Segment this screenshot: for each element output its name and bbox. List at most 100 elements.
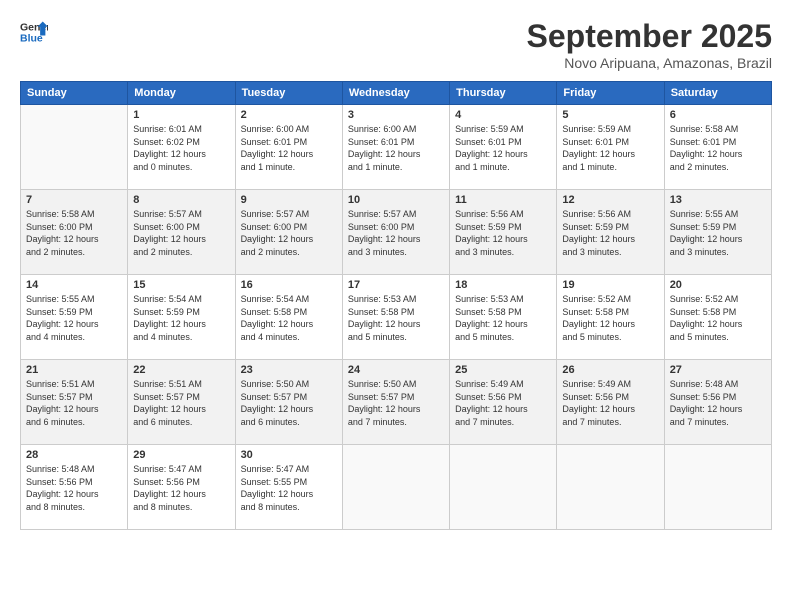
day-info: Sunrise: 5:55 AM Sunset: 5:59 PM Dayligh… <box>26 293 122 343</box>
calendar-week-row: 7Sunrise: 5:58 AM Sunset: 6:00 PM Daylig… <box>21 190 772 275</box>
day-number: 10 <box>348 194 444 206</box>
calendar-cell <box>557 445 664 530</box>
day-info: Sunrise: 6:00 AM Sunset: 6:01 PM Dayligh… <box>241 123 337 173</box>
day-info: Sunrise: 5:50 AM Sunset: 5:57 PM Dayligh… <box>241 378 337 428</box>
day-info: Sunrise: 5:49 AM Sunset: 5:56 PM Dayligh… <box>455 378 551 428</box>
calendar-week-row: 1Sunrise: 6:01 AM Sunset: 6:02 PM Daylig… <box>21 105 772 190</box>
col-sunday: Sunday <box>21 82 128 105</box>
day-info: Sunrise: 5:51 AM Sunset: 5:57 PM Dayligh… <box>26 378 122 428</box>
day-number: 3 <box>348 109 444 121</box>
day-info: Sunrise: 5:57 AM Sunset: 6:00 PM Dayligh… <box>241 208 337 258</box>
day-info: Sunrise: 5:53 AM Sunset: 5:58 PM Dayligh… <box>455 293 551 343</box>
day-info: Sunrise: 5:54 AM Sunset: 5:59 PM Dayligh… <box>133 293 229 343</box>
day-info: Sunrise: 5:56 AM Sunset: 5:59 PM Dayligh… <box>562 208 658 258</box>
col-wednesday: Wednesday <box>342 82 449 105</box>
day-info: Sunrise: 5:59 AM Sunset: 6:01 PM Dayligh… <box>455 123 551 173</box>
calendar-cell: 1Sunrise: 6:01 AM Sunset: 6:02 PM Daylig… <box>128 105 235 190</box>
calendar-cell: 26 Sunrise: 5:49 AM Sunset: 5:56 PM Dayli… <box>557 360 664 445</box>
day-number: 16 <box>241 279 337 291</box>
calendar-week-row: 28 Sunrise: 5:48 AM Sunset: 5:56 PM Dayli… <box>21 445 772 530</box>
calendar-cell: 21 Sunrise: 5:51 AM Sunset: 5:57 PM Dayli… <box>21 360 128 445</box>
calendar-cell: 14Sunrise: 5:55 AM Sunset: 5:59 PM Dayli… <box>21 275 128 360</box>
day-number: 4 <box>455 109 551 121</box>
calendar-cell <box>21 105 128 190</box>
day-number: 18 <box>455 279 551 291</box>
calendar-cell: 7Sunrise: 5:58 AM Sunset: 6:00 PM Daylig… <box>21 190 128 275</box>
day-number: 24 <box>348 364 444 376</box>
calendar-cell: 30 Sunrise: 5:47 AM Sunset: 5:55 PM Dayli… <box>235 445 342 530</box>
day-number: 21 <box>26 364 122 376</box>
calendar-cell: 16 Sunrise: 5:54 AM Sunset: 5:58 PM Dayli… <box>235 275 342 360</box>
calendar-cell: 11Sunrise: 5:56 AM Sunset: 5:59 PM Dayli… <box>450 190 557 275</box>
day-number: 29 <box>133 449 229 461</box>
calendar-cell: 4 Sunrise: 5:59 AM Sunset: 6:01 PM Daylig… <box>450 105 557 190</box>
day-number: 6 <box>670 109 766 121</box>
day-number: 26 <box>562 364 658 376</box>
calendar-week-row: 14Sunrise: 5:55 AM Sunset: 5:59 PM Dayli… <box>21 275 772 360</box>
calendar-week-row: 21 Sunrise: 5:51 AM Sunset: 5:57 PM Dayli… <box>21 360 772 445</box>
calendar-cell <box>450 445 557 530</box>
day-number: 17 <box>348 279 444 291</box>
day-info: Sunrise: 5:50 AM Sunset: 5:57 PM Dayligh… <box>348 378 444 428</box>
calendar-cell: 24 Sunrise: 5:50 AM Sunset: 5:57 PM Dayli… <box>342 360 449 445</box>
day-number: 27 <box>670 364 766 376</box>
day-info: Sunrise: 5:53 AM Sunset: 5:58 PM Dayligh… <box>348 293 444 343</box>
calendar-cell: 22 Sunrise: 5:51 AM Sunset: 5:57 PM Dayli… <box>128 360 235 445</box>
day-number: 13 <box>670 194 766 206</box>
weekday-header-row: Sunday Monday Tuesday Wednesday Thursday… <box>21 82 772 105</box>
day-number: 12 <box>562 194 658 206</box>
day-info: Sunrise: 5:47 AM Sunset: 5:55 PM Dayligh… <box>241 463 337 513</box>
day-number: 8 <box>133 194 229 206</box>
calendar-cell: 28 Sunrise: 5:48 AM Sunset: 5:56 PM Dayli… <box>21 445 128 530</box>
day-info: Sunrise: 5:48 AM Sunset: 5:56 PM Dayligh… <box>670 378 766 428</box>
calendar-cell: 2 Sunrise: 6:00 AM Sunset: 6:01 PM Daylig… <box>235 105 342 190</box>
day-number: 1 <box>133 109 229 121</box>
page: General Blue September 2025 Novo Aripuan… <box>0 0 792 612</box>
calendar-cell: 13Sunrise: 5:55 AM Sunset: 5:59 PM Dayli… <box>664 190 771 275</box>
calendar-cell: 27 Sunrise: 5:48 AM Sunset: 5:56 PM Dayli… <box>664 360 771 445</box>
day-info: Sunrise: 5:51 AM Sunset: 5:57 PM Dayligh… <box>133 378 229 428</box>
calendar-cell: 19 Sunrise: 5:52 AM Sunset: 5:58 PM Dayli… <box>557 275 664 360</box>
day-info: Sunrise: 5:52 AM Sunset: 5:58 PM Dayligh… <box>670 293 766 343</box>
calendar-cell: 3 Sunrise: 6:00 AM Sunset: 6:01 PM Daylig… <box>342 105 449 190</box>
day-info: Sunrise: 5:48 AM Sunset: 5:56 PM Dayligh… <box>26 463 122 513</box>
month-title: September 2025 <box>527 18 772 55</box>
day-info: Sunrise: 6:00 AM Sunset: 6:01 PM Dayligh… <box>348 123 444 173</box>
col-tuesday: Tuesday <box>235 82 342 105</box>
day-number: 2 <box>241 109 337 121</box>
col-friday: Friday <box>557 82 664 105</box>
day-info: Sunrise: 5:52 AM Sunset: 5:58 PM Dayligh… <box>562 293 658 343</box>
title-area: September 2025 Novo Aripuana, Amazonas, … <box>527 18 772 71</box>
day-number: 9 <box>241 194 337 206</box>
calendar-cell: 8Sunrise: 5:57 AM Sunset: 6:00 PM Daylig… <box>128 190 235 275</box>
day-info: Sunrise: 5:54 AM Sunset: 5:58 PM Dayligh… <box>241 293 337 343</box>
calendar-cell: 9 Sunrise: 5:57 AM Sunset: 6:00 PM Daylig… <box>235 190 342 275</box>
calendar-cell: 6 Sunrise: 5:58 AM Sunset: 6:01 PM Daylig… <box>664 105 771 190</box>
calendar-cell: 15 Sunrise: 5:54 AM Sunset: 5:59 PM Dayli… <box>128 275 235 360</box>
day-number: 28 <box>26 449 122 461</box>
day-info: Sunrise: 5:59 AM Sunset: 6:01 PM Dayligh… <box>562 123 658 173</box>
day-number: 7 <box>26 194 122 206</box>
day-number: 15 <box>133 279 229 291</box>
calendar-cell: 18 Sunrise: 5:53 AM Sunset: 5:58 PM Dayli… <box>450 275 557 360</box>
calendar-cell: 10Sunrise: 5:57 AM Sunset: 6:00 PM Dayli… <box>342 190 449 275</box>
day-info: Sunrise: 5:49 AM Sunset: 5:56 PM Dayligh… <box>562 378 658 428</box>
calendar-cell: 12 Sunrise: 5:56 AM Sunset: 5:59 PM Dayli… <box>557 190 664 275</box>
day-number: 20 <box>670 279 766 291</box>
calendar-cell: 29Sunrise: 5:47 AM Sunset: 5:56 PM Dayli… <box>128 445 235 530</box>
calendar-cell: 20 Sunrise: 5:52 AM Sunset: 5:58 PM Dayli… <box>664 275 771 360</box>
day-number: 22 <box>133 364 229 376</box>
col-saturday: Saturday <box>664 82 771 105</box>
logo: General Blue <box>20 18 48 46</box>
logo-icon: General Blue <box>20 18 48 46</box>
day-info: Sunrise: 5:58 AM Sunset: 6:01 PM Dayligh… <box>670 123 766 173</box>
calendar-cell: 17 Sunrise: 5:53 AM Sunset: 5:58 PM Dayli… <box>342 275 449 360</box>
calendar-cell <box>342 445 449 530</box>
day-number: 30 <box>241 449 337 461</box>
day-number: 19 <box>562 279 658 291</box>
calendar-cell: 5Sunrise: 5:59 AM Sunset: 6:01 PM Daylig… <box>557 105 664 190</box>
day-number: 11 <box>455 194 551 206</box>
subtitle: Novo Aripuana, Amazonas, Brazil <box>527 55 772 71</box>
calendar: Sunday Monday Tuesday Wednesday Thursday… <box>20 81 772 530</box>
svg-text:Blue: Blue <box>20 33 43 45</box>
